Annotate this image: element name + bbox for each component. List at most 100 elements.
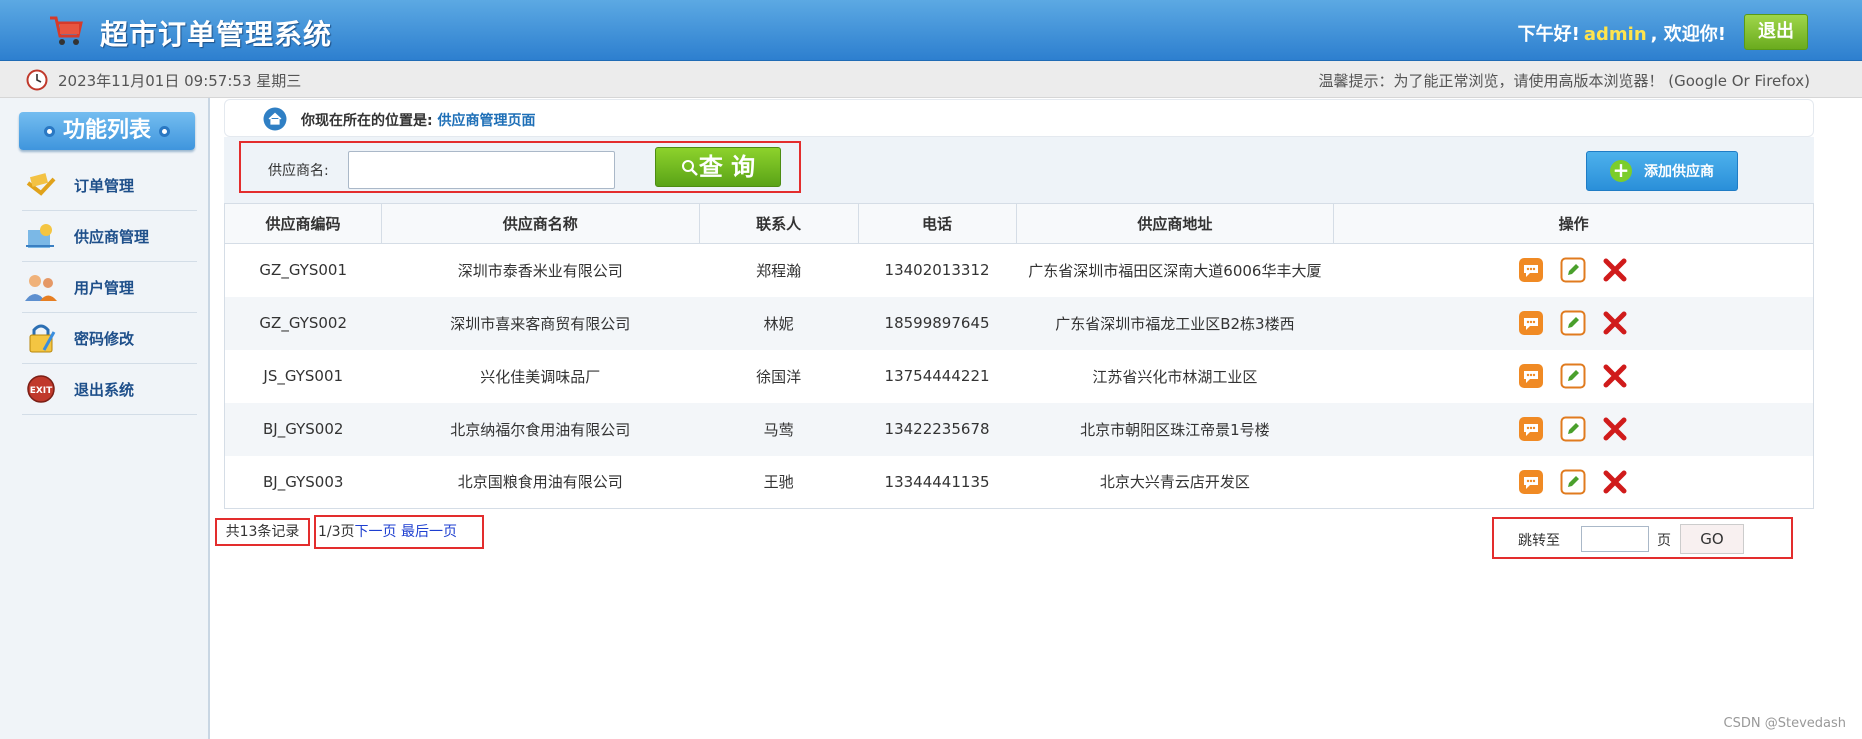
table-row: GZ_GYS001 深圳市泰香米业有限公司 郑程瀚 13402013312 广东…	[225, 244, 1814, 297]
delete-icon[interactable]	[1601, 415, 1629, 443]
search-label: 供应商名:	[268, 163, 329, 179]
edit-icon[interactable]	[1559, 468, 1587, 496]
sidebar-item-label: 订单管理	[74, 176, 135, 195]
provider-code: BJ_GYS002	[224, 402, 382, 456]
sidebar-item-orders[interactable]: 订单管理	[22, 160, 197, 211]
greeting-prefix: 下午好!	[1517, 24, 1580, 45]
provider-phone: 13344441135	[884, 472, 990, 491]
row-actions	[1334, 244, 1814, 297]
delete-icon[interactable]	[1601, 256, 1629, 284]
next-page-link[interactable]: 下一页	[355, 524, 397, 540]
view-icon[interactable]	[1517, 309, 1545, 337]
magnifier-icon	[681, 160, 698, 176]
jump-unit: 页	[1657, 533, 1671, 549]
sidebar: 功能列表 订单管理 供应商管理 用户管理 密码修改 EXIT 退出系统	[0, 98, 210, 739]
delete-icon[interactable]	[1601, 309, 1629, 337]
edit-icon[interactable]	[1559, 309, 1587, 337]
provider-name: 深圳市泰香米业有限公司	[457, 261, 623, 280]
provider-name: 北京国粮食用油有限公司	[457, 473, 623, 492]
current-page: 1/3页	[318, 524, 355, 540]
lock-icon	[22, 322, 60, 354]
watermark: CSDN @Stevedash	[1723, 716, 1846, 731]
clock-icon	[26, 69, 48, 91]
provider-phone: 13754444221	[884, 367, 990, 385]
search-highlight: 供应商名: 查 询	[239, 141, 801, 193]
column-header: 电话	[858, 203, 1017, 244]
provider-contact: 王驰	[763, 473, 794, 492]
column-header: 供应商地址	[1016, 203, 1335, 244]
bullet-icon	[43, 125, 55, 137]
plus-icon: +	[1610, 160, 1632, 182]
home-icon	[263, 107, 287, 131]
page-navigation: 1/3页下一页 最后一页	[314, 515, 484, 549]
shopping-cart-icon	[50, 16, 83, 45]
provider-code: BJ_GYS003	[263, 472, 344, 491]
sidebar-item-exit[interactable]: EXIT 退出系统	[22, 364, 197, 415]
delete-icon[interactable]	[1601, 362, 1629, 390]
search-input[interactable]	[348, 151, 615, 189]
page-jump: 跳转至 页 GO	[1492, 517, 1793, 559]
edit-icon[interactable]	[1559, 415, 1587, 443]
column-header: 联系人	[699, 203, 859, 244]
provider-phone: 13422235678	[858, 402, 1017, 456]
browser-tip: 温馨提示：为了能正常浏览，请使用高版本浏览器！ (Google Or Firef…	[1318, 72, 1810, 90]
record-count: 共13条记录	[215, 518, 310, 546]
header: 超市订单管理系统 下午好! admin, 欢迎你! 退出	[0, 0, 1862, 61]
provider-contact: 郑程瀚	[756, 261, 802, 280]
logout-button[interactable]: 退出	[1744, 14, 1808, 50]
provider-code: GZ_GYS001	[259, 261, 348, 280]
username: admin	[1583, 24, 1647, 45]
view-icon[interactable]	[1517, 362, 1545, 390]
view-icon[interactable]	[1517, 415, 1545, 443]
table-header-row: 供应商编码 供应商名称 联系人 电话 供应商地址 操作	[224, 203, 1814, 244]
sidebar-item-label: 密码修改	[74, 329, 135, 348]
provider-contact: 马莺	[699, 402, 859, 456]
datetime: 2023年11月01日 09:57:53 星期三	[58, 72, 302, 90]
view-icon[interactable]	[1517, 468, 1545, 496]
sidebar-item-label: 用户管理	[74, 278, 135, 297]
edit-icon[interactable]	[1559, 256, 1587, 284]
row-actions	[1334, 350, 1814, 403]
bullet-icon	[159, 125, 170, 137]
table-row: GZ_GYS002 深圳市喜来客商贸有限公司 林妮 18599897645 广东…	[224, 296, 1814, 350]
provider-address: 广东省深圳市福龙工业区B2栋3楼西	[1016, 296, 1334, 350]
edit-icon[interactable]	[1559, 362, 1587, 390]
svg-text:EXIT: EXIT	[30, 386, 53, 396]
provider-code: GZ_GYS002	[224, 296, 382, 350]
table-row: BJ_GYS002 北京纳福尔食用油有限公司 马莺 13422235678 北京…	[224, 402, 1814, 456]
breadcrumb-current[interactable]: 供应商管理页面	[437, 113, 535, 129]
sidebar-item-password[interactable]: 密码修改	[22, 313, 197, 364]
jump-label: 跳转至	[1518, 533, 1560, 549]
provider-contact: 徐国洋	[756, 367, 802, 386]
greeting-suffix: , 欢迎你!	[1650, 24, 1726, 45]
add-provider-label: 添加供应商	[1644, 164, 1714, 180]
jump-page-input[interactable]	[1581, 526, 1649, 552]
row-actions	[1333, 402, 1814, 456]
delete-icon[interactable]	[1601, 468, 1629, 496]
sidebar-item-users[interactable]: 用户管理	[22, 262, 197, 313]
view-icon[interactable]	[1517, 256, 1545, 284]
provider-name: 兴化佳美调味品厂	[480, 367, 601, 386]
provider-icon	[22, 220, 60, 252]
column-header: 供应商编码	[224, 203, 382, 244]
search-bar: 供应商名: 查 询 + 添加供应商	[224, 137, 1814, 203]
provider-table: 供应商编码 供应商名称 联系人 电话 供应商地址 操作 GZ_GYS001 深圳…	[224, 203, 1814, 509]
query-button[interactable]: 查 询	[655, 147, 781, 187]
sidebar-title: 功能列表	[19, 112, 195, 150]
column-header: 操作	[1333, 203, 1814, 244]
provider-code: JS_GYS001	[263, 367, 344, 385]
sidebar-item-providers[interactable]: 供应商管理	[22, 211, 197, 262]
row-actions	[1334, 456, 1814, 509]
column-header: 供应商名称	[381, 203, 700, 244]
provider-name: 深圳市喜来客商贸有限公司	[381, 296, 700, 350]
order-icon	[22, 169, 60, 201]
provider-contact: 林妮	[699, 296, 859, 350]
go-button[interactable]: GO	[1680, 524, 1744, 554]
table-row: JS_GYS001 兴化佳美调味品厂 徐国洋 13754444221 江苏省兴化…	[225, 350, 1814, 403]
provider-address: 北京市朝阳区珠江帝景1号楼	[1016, 402, 1334, 456]
add-provider-button[interactable]: + 添加供应商	[1586, 151, 1738, 191]
last-page-link[interactable]: 最后一页	[401, 524, 457, 540]
sidebar-item-label: 供应商管理	[74, 227, 150, 246]
provider-address: 江苏省兴化市林湖工业区	[1092, 367, 1258, 386]
sidebar-menu: 订单管理 供应商管理 用户管理 密码修改 EXIT 退出系统	[22, 160, 197, 415]
